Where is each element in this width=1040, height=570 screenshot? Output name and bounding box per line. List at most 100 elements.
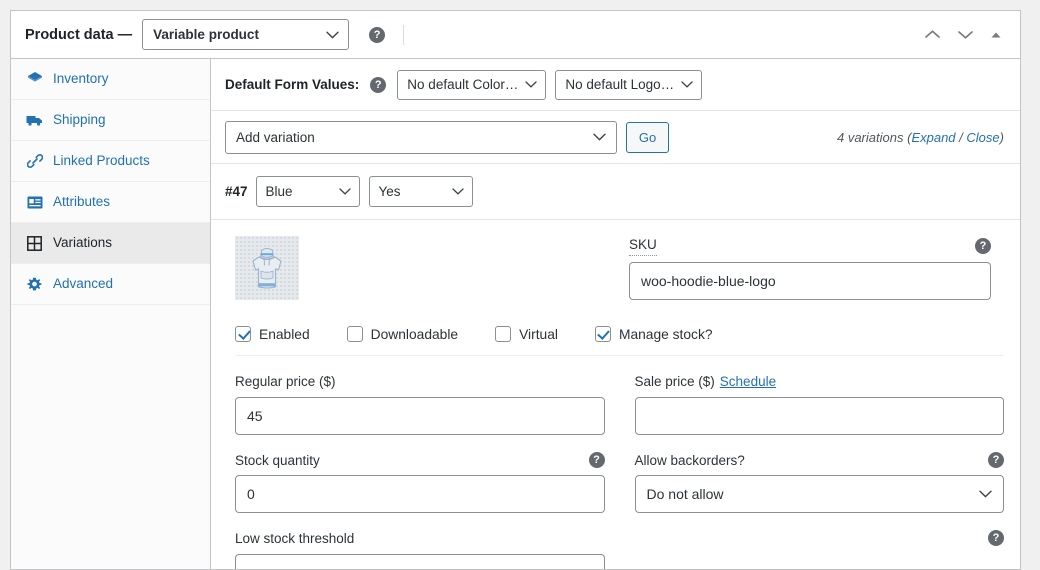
links-separator: /	[959, 129, 963, 145]
help-icon[interactable]: ?	[369, 26, 386, 43]
page-title: Product data —	[25, 26, 133, 43]
sku-label: SKU	[629, 236, 657, 256]
low-stock-threshold-label: Low stock threshold	[235, 531, 355, 547]
panel-header: Product data — Variable product ?	[11, 11, 1020, 59]
variation-details: SKU ? woo-hoodie-blue-logo Enabled Downl…	[211, 220, 1020, 569]
regular-price-input[interactable]: 45	[235, 396, 605, 435]
add-variation-value: Add variation	[236, 129, 315, 145]
variations-toolbar: Add variation Go 4 variations (Expand / …	[211, 111, 1020, 164]
sidebar-item-linked-products[interactable]: Linked Products	[11, 141, 210, 182]
variation-logo-value: Yes	[378, 184, 401, 199]
variations-count: 4 variations (Expand / Close)	[837, 130, 1004, 145]
virtual-checkbox[interactable]: Virtual	[495, 326, 558, 342]
grid-icon	[26, 235, 43, 252]
go-button[interactable]: Go	[626, 121, 669, 153]
chevron-down-icon	[979, 490, 992, 498]
backorders-label: Allow backorders?	[634, 452, 745, 468]
stock-quantity-label: Stock quantity	[235, 452, 320, 468]
regular-price-group: Regular price ($) 45	[235, 373, 605, 435]
product-data-panel: Product data — Variable product ? Invent…	[10, 10, 1021, 570]
enabled-checkbox[interactable]: Enabled	[235, 326, 310, 342]
help-icon[interactable]: ?	[975, 237, 991, 254]
default-form-values-label: Default Form Values:	[225, 77, 360, 92]
stock-quantity-group: Stock quantity ? 0	[235, 452, 605, 514]
stock-quantity-input[interactable]: 0	[235, 475, 605, 514]
sidebar-item-attributes[interactable]: Attributes	[11, 182, 210, 223]
virtual-label: Virtual	[519, 326, 558, 342]
schedule-link[interactable]: Schedule	[720, 373, 776, 391]
sidebar-item-label: Shipping	[53, 112, 106, 128]
sidebar-item-inventory[interactable]: Inventory	[11, 59, 210, 100]
sku-label-row: SKU ?	[629, 236, 991, 256]
default-form-values-row: Default Form Values: ? No default Color……	[211, 59, 1020, 111]
default-logo-select[interactable]: No default Logo…	[555, 69, 703, 100]
id-card-icon	[26, 194, 43, 211]
sale-price-input[interactable]	[634, 396, 1004, 435]
help-icon[interactable]: ?	[588, 452, 605, 469]
move-down-button[interactable]	[957, 29, 974, 40]
sidebar-item-label: Inventory	[53, 71, 109, 87]
downloadable-label: Downloadable	[370, 326, 459, 342]
sku-field-group: SKU ? woo-hoodie-blue-logo	[629, 236, 991, 300]
help-icon[interactable]: ?	[988, 530, 1004, 547]
backorders-value: Do not allow	[646, 486, 724, 503]
variation-header-row: #47 Blue Yes	[211, 164, 1020, 220]
checkbox-box	[594, 326, 611, 342]
panel-header-actions	[924, 29, 1008, 40]
chevron-down-icon	[681, 81, 693, 89]
backorders-select[interactable]: Do not allow	[634, 475, 1004, 514]
price-row: Regular price ($) 45 Sale price ($) Sche…	[235, 356, 1004, 435]
variations-content: Default Form Values: ? No default Color……	[211, 59, 1020, 569]
sidebar-item-shipping[interactable]: Shipping	[11, 100, 210, 141]
manage-stock-checkbox[interactable]: Manage stock?	[594, 326, 713, 342]
chevron-down-icon	[338, 188, 351, 196]
variation-color-value: Blue	[265, 184, 293, 199]
regular-price-label-row: Regular price ($)	[235, 373, 605, 391]
variation-number: #47	[225, 184, 248, 199]
archive-icon	[26, 71, 43, 88]
add-variation-select[interactable]: Add variation	[225, 120, 617, 154]
variation-logo-select[interactable]: Yes	[368, 176, 473, 207]
sidebar-item-label: Attributes	[53, 194, 111, 210]
default-logo-value: No default Logo…	[565, 77, 675, 92]
thumbnail-sku-row: SKU ? woo-hoodie-blue-logo	[235, 236, 1004, 300]
chevron-down-icon	[525, 81, 538, 89]
help-icon[interactable]: ?	[988, 452, 1004, 469]
sidebar-item-label: Linked Products	[53, 153, 150, 169]
low-stock-right-label-row: ?	[635, 530, 1004, 547]
variation-color-select[interactable]: Blue	[255, 176, 360, 207]
manage-stock-label: Manage stock?	[618, 326, 713, 342]
sidebar-item-advanced[interactable]: Advanced	[11, 264, 210, 305]
variation-image-thumbnail[interactable]	[235, 236, 299, 300]
checkbox-box	[495, 326, 512, 342]
product-data-sidebar: Inventory Shipping Linked Products Attri…	[11, 59, 211, 569]
variation-flags-row: Enabled Downloadable Virtual Manage stoc…	[235, 312, 1004, 356]
default-color-value: No default Color…	[407, 77, 519, 92]
gear-icon	[26, 276, 43, 293]
close-link[interactable]: Close	[966, 130, 999, 145]
enabled-label: Enabled	[259, 326, 310, 342]
sidebar-item-label: Advanced	[53, 276, 114, 292]
hoodie-icon	[252, 248, 282, 289]
product-type-select[interactable]: Variable product	[142, 19, 350, 50]
low-stock-threshold-group: Low stock threshold	[235, 530, 605, 569]
expand-link[interactable]: Expand	[911, 130, 955, 145]
variations-count-text: 4 variations	[836, 129, 904, 145]
low-stock-row: Low stock threshold ?	[235, 513, 1004, 569]
move-up-button[interactable]	[924, 29, 941, 40]
sku-input[interactable]: woo-hoodie-blue-logo	[629, 261, 991, 300]
downloadable-checkbox[interactable]: Downloadable	[346, 326, 459, 342]
sidebar-item-label: Variations	[53, 235, 113, 251]
default-color-select[interactable]: No default Color…	[397, 69, 547, 100]
sidebar-item-variations[interactable]: Variations	[11, 223, 210, 264]
stock-row: Stock quantity ? 0 Allow backorders? ? D…	[235, 435, 1004, 514]
chevron-down-icon	[593, 133, 606, 141]
backorders-group: Allow backorders? ? Do not allow	[634, 452, 1004, 514]
help-icon[interactable]: ?	[370, 76, 387, 93]
chevron-down-icon	[451, 188, 464, 196]
truck-icon	[26, 112, 43, 129]
toggle-panel-button[interactable]	[990, 31, 1002, 39]
link-icon	[26, 153, 43, 170]
header-divider	[403, 24, 405, 45]
regular-price-label: Regular price ($)	[235, 374, 336, 389]
